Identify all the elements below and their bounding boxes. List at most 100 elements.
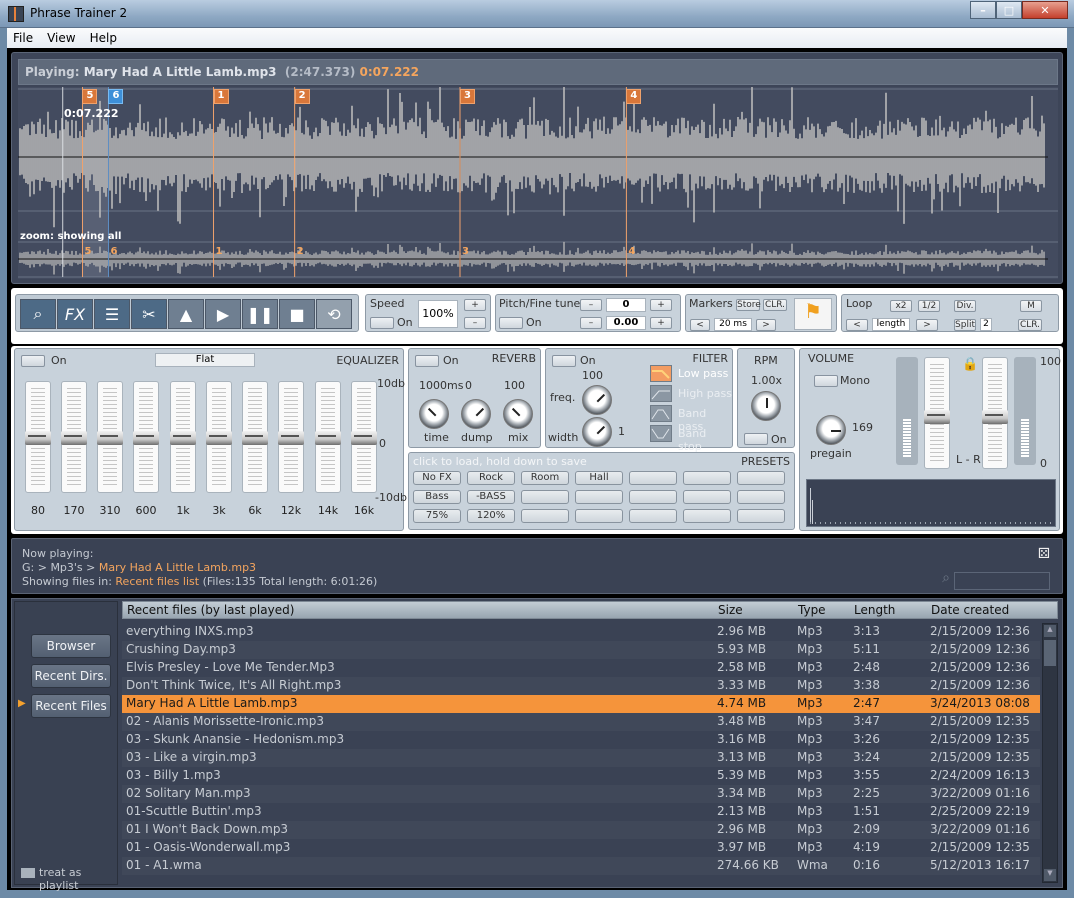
loop-button[interactable]: ⟲ — [316, 299, 352, 329]
stop-button[interactable]: ■ — [279, 299, 315, 329]
rpm-on-toggle[interactable] — [744, 433, 768, 445]
eq-slider-thumb[interactable] — [206, 431, 232, 445]
recent-files-button[interactable]: Recent Files — [31, 694, 111, 718]
mono-toggle[interactable] — [814, 375, 838, 387]
lowpass-button[interactable] — [650, 365, 672, 382]
preset-button[interactable]: -BASS — [467, 490, 515, 504]
preset-button[interactable] — [575, 509, 623, 523]
waveform-svg[interactable] — [18, 87, 1058, 279]
speed-minus-button[interactable]: – — [464, 317, 486, 329]
table-row[interactable]: 01 I Won't Back Down.mp3 2.96 MB Mp3 2:09 3/… — [122, 821, 1040, 839]
preset-button[interactable]: No FX — [413, 471, 461, 485]
scroll-thumb[interactable] — [1044, 640, 1056, 666]
preset-button[interactable] — [521, 509, 569, 523]
table-row[interactable]: 03 - Billy 1.mp3 5.39 MB Mp3 3:55 2/24/2009 … — [122, 767, 1040, 785]
filter-width-knob[interactable] — [582, 417, 612, 447]
table-row[interactable]: Crushing Day.mp3 5.93 MB Mp3 5:11 2/15/2009 … — [122, 641, 1040, 659]
preset-button[interactable] — [683, 509, 731, 523]
markers-store-button[interactable]: Store — [736, 299, 761, 311]
markers-clear-button[interactable]: CLR. — [763, 299, 787, 311]
eq-slider-thumb[interactable] — [170, 431, 196, 445]
search-input[interactable] — [954, 572, 1050, 590]
speed-on-toggle[interactable] — [370, 317, 394, 329]
eq-slider-12k[interactable] — [278, 381, 304, 493]
col-size-header[interactable]: Size — [718, 603, 743, 617]
table-row[interactable]: 03 - Skunk Anansie - Hedonism.mp3 3.16 MB… — [122, 731, 1040, 749]
eq-slider-80[interactable] — [25, 381, 51, 493]
preset-button[interactable] — [737, 490, 785, 504]
marker-tag[interactable]: 5 — [82, 89, 98, 104]
pause-button[interactable]: ❚❚ — [242, 299, 278, 329]
loop-x2-button[interactable]: x2 — [890, 300, 912, 312]
filter-freq-knob[interactable] — [582, 385, 612, 415]
table-row[interactable]: 03 - Like a virgin.mp3 3.13 MB Mp3 3:24 2/15… — [122, 749, 1040, 767]
reverb-mix-knob[interactable] — [503, 399, 533, 429]
preset-button[interactable]: 120% — [467, 509, 515, 523]
menu-help[interactable]: Help — [90, 31, 117, 45]
eq-slider-thumb[interactable] — [61, 431, 87, 445]
fine-value[interactable]: 0.00 — [606, 316, 646, 330]
preset-button[interactable]: Rock — [467, 471, 515, 485]
path-file[interactable]: Mary Had A Little Lamb.mp3 — [99, 561, 256, 574]
volume-left-slider[interactable] — [924, 357, 950, 469]
minimize-button[interactable]: – — [970, 1, 996, 19]
col-type-header[interactable]: Type — [798, 603, 826, 617]
volume-right-slider[interactable] — [982, 357, 1008, 469]
loop-prev-button[interactable]: < — [846, 319, 868, 331]
bandstop-button[interactable] — [650, 425, 672, 442]
preset-button[interactable] — [629, 490, 677, 504]
playlist-button[interactable]: ☰ — [94, 299, 130, 329]
table-row[interactable]: 01 - A1.wma 274.66 KB Wma 0:16 5/12/2013 16:… — [122, 857, 1040, 875]
eject-button[interactable]: ▲ — [168, 299, 204, 329]
pitch-plus-button[interactable]: + — [650, 299, 672, 311]
reverb-on-toggle[interactable] — [415, 355, 439, 367]
eq-slider-600[interactable] — [133, 381, 159, 493]
marker-tag[interactable]: 3 — [460, 89, 475, 104]
loop-half-button[interactable]: 1/2 — [918, 300, 940, 312]
table-row[interactable]: 01-Scuttle Buttin'.mp3 2.13 MB Mp3 1:51 2/25… — [122, 803, 1040, 821]
pregain-knob[interactable] — [816, 415, 846, 445]
source-link[interactable]: Recent files list — [115, 575, 199, 588]
col-name-header[interactable]: Recent files (by last played) — [127, 603, 294, 617]
loop-split-button[interactable]: Split — [954, 319, 976, 331]
table-row[interactable]: everything INXS.mp3 2.96 MB Mp3 3:13 2/15/20… — [122, 623, 1040, 641]
flag-button[interactable]: ⚑ — [794, 298, 832, 330]
preset-button[interactable] — [629, 509, 677, 523]
eq-preset-field[interactable]: Flat — [155, 353, 255, 367]
loop-div-button[interactable]: Div. — [954, 300, 976, 312]
speed-plus-button[interactable]: + — [464, 299, 486, 311]
eq-slider-thumb[interactable] — [315, 431, 341, 445]
preset-button[interactable] — [683, 471, 731, 485]
preset-button[interactable]: Bass — [413, 490, 461, 504]
eq-slider-thumb[interactable] — [242, 431, 268, 445]
preset-button[interactable]: Room — [521, 471, 569, 485]
play-button[interactable]: ▶ — [205, 299, 241, 329]
eq-slider-thumb[interactable] — [278, 431, 304, 445]
markers-step[interactable]: 20 ms — [714, 318, 752, 331]
loop-clear-button[interactable]: CLR. — [1018, 319, 1042, 331]
eq-slider-6k[interactable] — [242, 381, 268, 493]
preset-button[interactable] — [521, 490, 569, 504]
loop-next-button[interactable]: > — [916, 319, 938, 331]
eq-slider-thumb[interactable] — [97, 431, 123, 445]
eq-slider-thumb[interactable] — [25, 431, 51, 445]
rpm-knob[interactable] — [751, 391, 781, 421]
eq-on-toggle[interactable] — [21, 355, 45, 367]
eq-slider-16k[interactable] — [351, 381, 377, 493]
table-row[interactable]: 02 - Alanis Morissette-Ironic.mp3 3.48 MB… — [122, 713, 1040, 731]
pitch-value[interactable]: 0 — [606, 298, 646, 312]
loop-m-button[interactable]: M — [1020, 300, 1042, 312]
eq-slider-310[interactable] — [97, 381, 123, 493]
fx-button[interactable]: FX — [57, 299, 93, 329]
marker-tag[interactable]: 4 — [626, 89, 642, 104]
preset-button[interactable] — [575, 490, 623, 504]
recent-dirs-button[interactable]: Recent Dirs. — [31, 664, 111, 688]
table-row[interactable]: Mary Had A Little Lamb.mp3 4.74 MB Mp3 2:47… — [122, 695, 1040, 713]
speed-value[interactable]: 100% — [418, 300, 458, 328]
scroll-down-button[interactable]: ▼ — [1044, 869, 1056, 881]
menu-view[interactable]: View — [47, 31, 75, 45]
eq-slider-14k[interactable] — [315, 381, 341, 493]
eq-slider-1k[interactable] — [170, 381, 196, 493]
marker-tag[interactable]: 1 — [213, 89, 229, 104]
pitch-minus-button[interactable]: – — [580, 299, 602, 311]
